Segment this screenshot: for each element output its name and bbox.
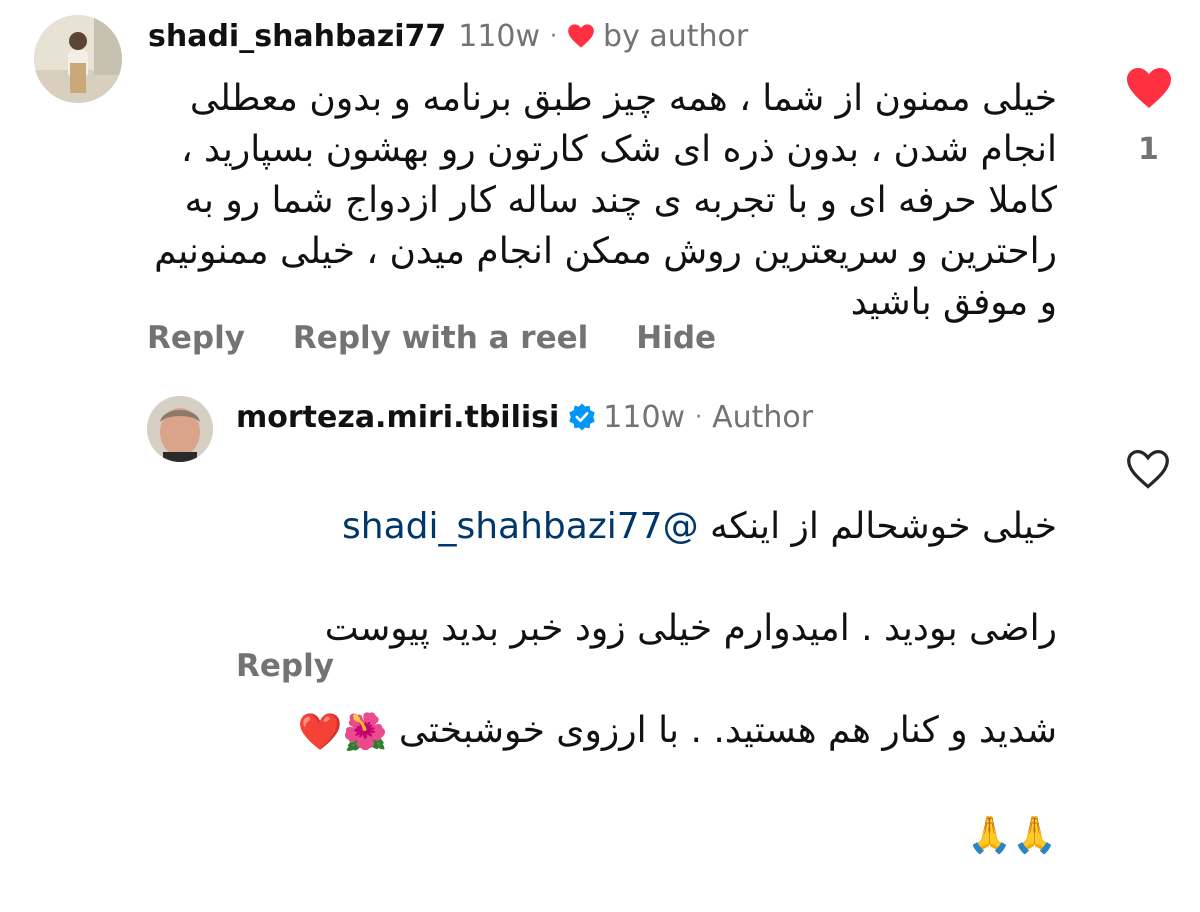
- mention-link[interactable]: @shadi_shahbazi77: [342, 506, 699, 547]
- reply-line-3: شدید و کنار هم هستید. . با ارزوی خوشبختی…: [232, 705, 1057, 758]
- separator-dot: ·: [695, 404, 703, 430]
- reply-text: خیلی خوشحالم از اینکه @shadi_shahbazi77 …: [232, 450, 1057, 912]
- separator-dot: ·: [550, 23, 558, 49]
- reply-button[interactable]: Reply: [147, 320, 245, 356]
- like-count[interactable]: 1: [1138, 132, 1159, 167]
- avatar-shadi[interactable]: [34, 15, 122, 103]
- reply-button[interactable]: Reply: [236, 648, 334, 684]
- comment-text: خیلی ممنون از شما ، همه چیز طبق برنامه و…: [154, 78, 1057, 323]
- reply-line-4: 🙏🙏: [232, 809, 1057, 862]
- emoji-flower-heart: 🌺❤️: [297, 711, 388, 753]
- avatar-morteza[interactable]: [147, 396, 213, 462]
- reply-with-reel-button[interactable]: Reply with a reel: [293, 320, 588, 356]
- heart-icon[interactable]: [1125, 66, 1173, 110]
- username[interactable]: morteza.miri.tbilisi: [236, 400, 559, 435]
- timestamp[interactable]: 110w: [458, 19, 540, 54]
- reply-line-1: خیلی خوشحالم از اینکه @shadi_shahbazi77: [342, 506, 1057, 547]
- hide-button[interactable]: Hide: [636, 320, 716, 356]
- timestamp[interactable]: 110w: [603, 400, 685, 435]
- heart-icon: [568, 24, 594, 48]
- reply-line-2: راضی بودید . امیدوارم خیلی زود خبر بدید …: [324, 608, 1057, 649]
- username[interactable]: shadi_shahbazi77: [148, 19, 446, 54]
- heart-outline-icon[interactable]: [1125, 448, 1171, 490]
- author-label: Author: [712, 399, 814, 435]
- comment-actions: Reply Reply with a reel Hide: [147, 320, 764, 356]
- emoji-praying-hands: 🙏🙏: [967, 815, 1057, 856]
- reply-header: morteza.miri.tbilisi 110w · Author: [236, 395, 813, 439]
- liked-by-author-label: by author: [603, 18, 749, 54]
- verified-badge-icon: [569, 403, 596, 431]
- reply-actions: Reply: [236, 648, 334, 684]
- comment-header: shadi_shahbazi77 110w · by author: [148, 14, 748, 58]
